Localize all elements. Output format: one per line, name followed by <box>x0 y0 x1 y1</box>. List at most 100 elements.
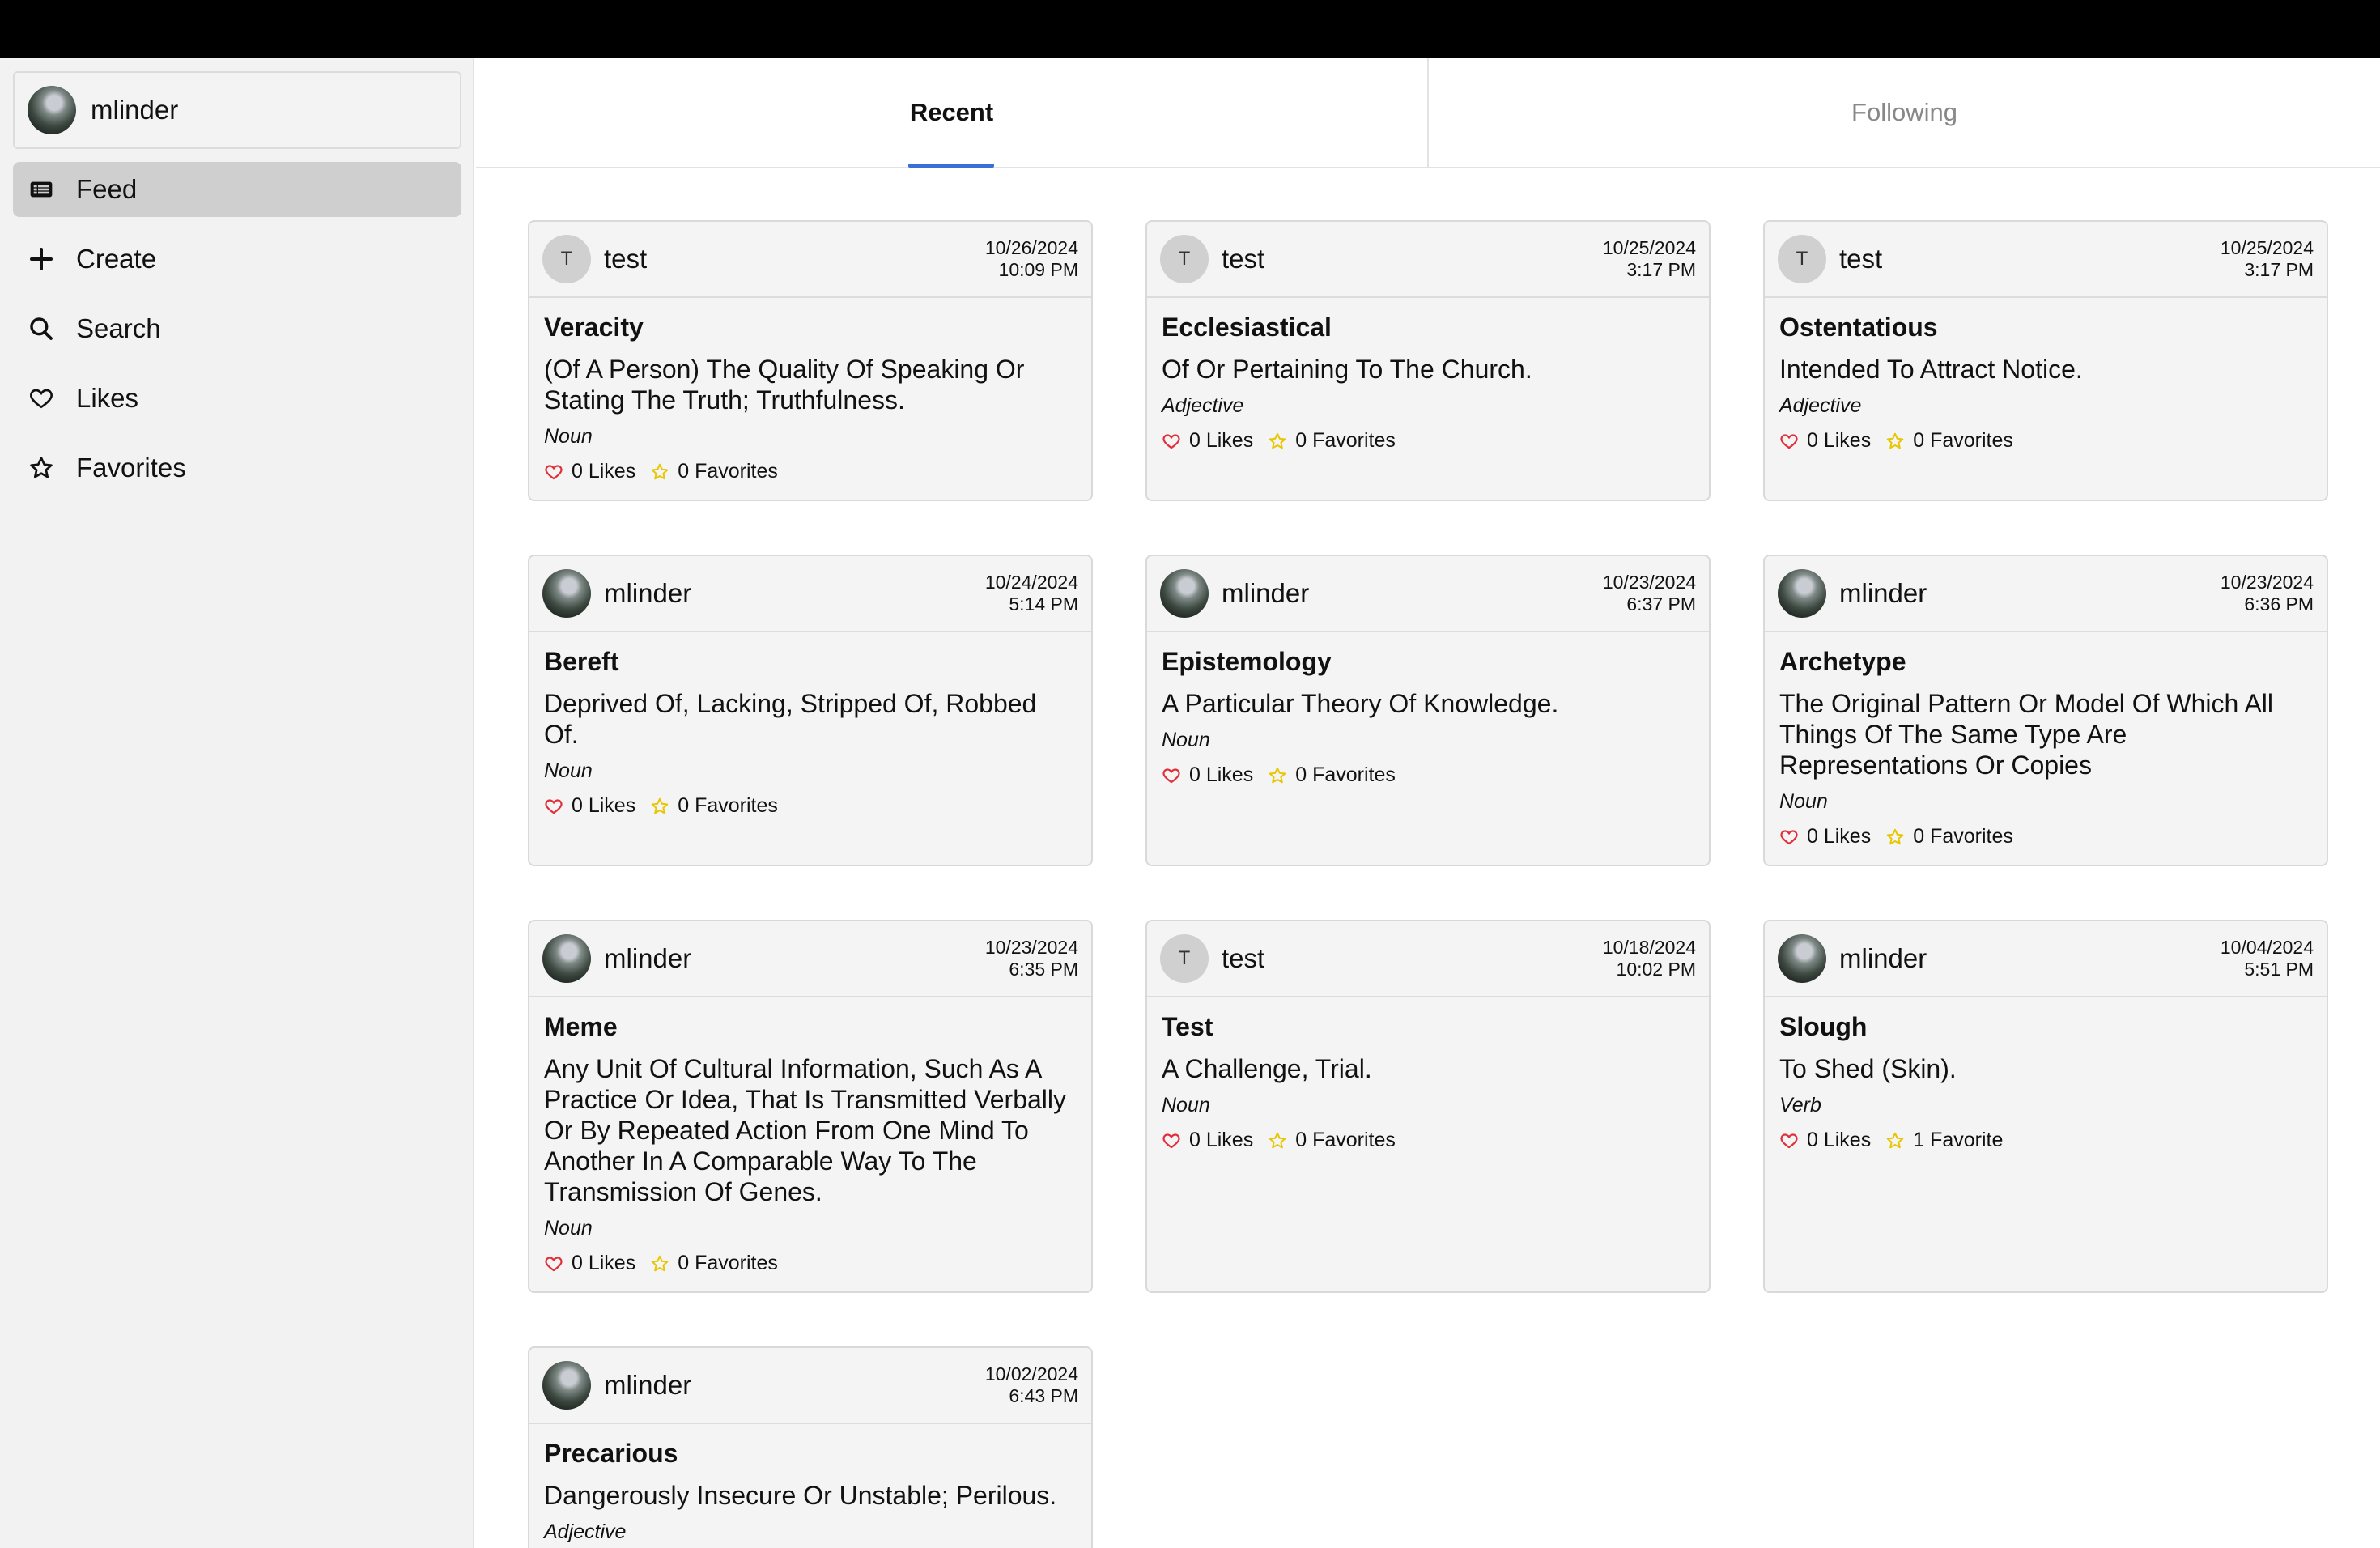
like-button[interactable]: 0 Likes <box>544 460 635 483</box>
favorite-button[interactable]: 0 Favorites <box>650 1252 778 1275</box>
like-button[interactable]: 0 Likes <box>1162 1129 1253 1152</box>
favorite-button[interactable]: 1 Favorite <box>1885 1129 2003 1152</box>
post-card[interactable]: T test 10/25/2024 3:17 PM Ecclesiastical… <box>1145 220 1711 501</box>
post-header: mlinder 10/02/2024 6:43 PM <box>529 1348 1091 1424</box>
author-avatar[interactable]: T <box>542 235 591 283</box>
post-date: 10/23/2024 <box>984 937 1078 958</box>
sidebar-item-label: Create <box>76 244 157 274</box>
sidebar-item-create[interactable]: Create <box>13 232 461 287</box>
post-grid: T test 10/26/2024 10:09 PM Veracity (Of … <box>528 220 2328 1548</box>
post-date: 10/25/2024 <box>2220 237 2314 258</box>
like-count: 0 Likes <box>1807 1129 1872 1151</box>
author-name[interactable]: test <box>604 244 985 274</box>
part-of-speech: Noun <box>544 425 593 448</box>
post-time: 6:43 PM <box>1009 1385 1078 1406</box>
post-header: T test 10/25/2024 3:17 PM <box>1147 222 1709 298</box>
post-definition: Any Unit Of Cultural Information, Such A… <box>544 1054 1067 1206</box>
sidebar-item-search[interactable]: Search <box>13 301 461 356</box>
post-word: Bereft <box>544 647 619 676</box>
post-card[interactable]: mlinder 10/23/2024 6:36 PM Archetype The… <box>1763 555 2328 866</box>
author-avatar[interactable] <box>542 1361 591 1410</box>
favorite-button[interactable]: 0 Favorites <box>650 794 778 818</box>
post-card[interactable]: T test 10/25/2024 3:17 PM Ostentatious I… <box>1763 220 2328 501</box>
author-name[interactable]: mlinder <box>1222 578 1603 609</box>
post-definition: To Shed (Skin). <box>1779 1054 1957 1083</box>
post-card[interactable]: T test 10/18/2024 10:02 PM Test A Challe… <box>1145 920 1711 1293</box>
author-name[interactable]: test <box>1222 943 1603 974</box>
post-card[interactable]: mlinder 10/24/2024 5:14 PM Bereft Depriv… <box>528 555 1093 866</box>
author-avatar[interactable]: T <box>1160 934 1209 983</box>
heart-icon <box>545 798 563 814</box>
like-count: 0 Likes <box>1189 1129 1254 1151</box>
post-time: 5:14 PM <box>1009 593 1078 615</box>
post-body: Epistemology A Particular Theory Of Know… <box>1147 632 1709 803</box>
tab-following[interactable]: Following <box>1429 58 2380 167</box>
post-stats: 0 Likes 0 Favorites <box>544 460 1077 483</box>
favorite-button[interactable]: 0 Favorites <box>650 460 778 483</box>
post-card[interactable]: mlinder 10/23/2024 6:37 PM Epistemology … <box>1145 555 1711 866</box>
favorite-button[interactable]: 0 Favorites <box>1885 825 2013 848</box>
favorite-button[interactable]: 0 Favorites <box>1885 429 2013 453</box>
like-button[interactable]: 0 Likes <box>1162 429 1253 453</box>
post-card[interactable]: T test 10/26/2024 10:09 PM Veracity (Of … <box>528 220 1093 501</box>
author-avatar[interactable] <box>1778 934 1826 983</box>
post-date: 10/23/2024 <box>1602 572 1696 593</box>
post-card[interactable]: mlinder 10/02/2024 6:43 PM Precarious Da… <box>528 1346 1093 1548</box>
like-button[interactable]: 0 Likes <box>1162 763 1253 787</box>
author-avatar[interactable] <box>542 569 591 618</box>
post-body: Bereft Deprived Of, Lacking, Stripped Of… <box>529 632 1091 834</box>
like-button[interactable]: 0 Likes <box>1779 825 1871 848</box>
post-timestamp: 10/23/2024 6:36 PM <box>2221 572 2314 615</box>
part-of-speech: Noun <box>1162 729 1210 751</box>
sidebar-item-likes[interactable]: Likes <box>13 371 461 426</box>
favorite-count: 0 Favorites <box>678 460 778 483</box>
author-avatar[interactable] <box>1160 569 1209 618</box>
like-button[interactable]: 0 Likes <box>544 794 635 818</box>
sidebar-item-feed[interactable]: Feed <box>13 162 461 217</box>
post-stats: 0 Likes 0 Favorites <box>1162 1129 1694 1152</box>
author-initial: T <box>560 248 573 270</box>
sidebar-item-favorites[interactable]: Favorites <box>13 440 461 495</box>
profile-card[interactable]: mlinder <box>13 71 461 149</box>
author-avatar[interactable] <box>1778 569 1826 618</box>
author-avatar[interactable]: T <box>1160 235 1209 283</box>
post-header: mlinder 10/23/2024 6:37 PM <box>1147 556 1709 632</box>
post-card[interactable]: mlinder 10/04/2024 5:51 PM Slough To She… <box>1763 920 2328 1293</box>
like-count: 0 Likes <box>572 1252 636 1274</box>
favorite-button[interactable]: 0 Favorites <box>1268 1129 1396 1152</box>
author-name[interactable]: mlinder <box>604 1370 985 1401</box>
post-timestamp: 10/24/2024 5:14 PM <box>985 572 1078 615</box>
like-count: 0 Likes <box>1189 763 1254 786</box>
author-name[interactable]: mlinder <box>604 578 985 609</box>
post-timestamp: 10/25/2024 3:17 PM <box>2221 237 2314 281</box>
like-button[interactable]: 0 Likes <box>1779 1129 1871 1152</box>
post-body: Test A Challenge, Trial. Noun 0 Likes 0 … <box>1147 997 1709 1168</box>
favorite-button[interactable]: 0 Favorites <box>1268 763 1396 787</box>
part-of-speech: Noun <box>1162 1094 1210 1116</box>
author-name[interactable]: mlinder <box>604 943 985 974</box>
post-timestamp: 10/26/2024 10:09 PM <box>985 237 1078 281</box>
post-date: 10/25/2024 <box>1602 237 1696 258</box>
post-word: Slough <box>1779 1012 1868 1041</box>
heart-icon <box>1162 1133 1180 1148</box>
author-avatar[interactable]: T <box>1778 235 1826 283</box>
tab-recent[interactable]: Recent <box>476 58 1427 168</box>
like-button[interactable]: 0 Likes <box>544 1252 635 1275</box>
author-avatar[interactable] <box>542 934 591 983</box>
like-button[interactable]: 0 Likes <box>1779 429 1871 453</box>
author-name[interactable]: mlinder <box>1839 943 2221 974</box>
like-count: 0 Likes <box>1189 429 1254 452</box>
author-name[interactable]: mlinder <box>1839 578 2221 609</box>
post-stats: 0 Likes 0 Favorites <box>544 794 1077 818</box>
star-icon <box>1269 1132 1286 1148</box>
post-body: Ostentatious Intended To Attract Notice.… <box>1765 298 2327 469</box>
post-card[interactable]: mlinder 10/23/2024 6:35 PM Meme Any Unit… <box>528 920 1093 1293</box>
favorite-button[interactable]: 0 Favorites <box>1268 429 1396 453</box>
author-name[interactable]: test <box>1839 244 2221 274</box>
author-name[interactable]: test <box>1222 244 1603 274</box>
heart-icon <box>1780 433 1798 449</box>
search-icon <box>28 315 55 342</box>
post-date: 10/26/2024 <box>984 237 1078 258</box>
post-timestamp: 10/04/2024 5:51 PM <box>2221 937 2314 980</box>
post-time: 6:35 PM <box>1009 959 1078 980</box>
